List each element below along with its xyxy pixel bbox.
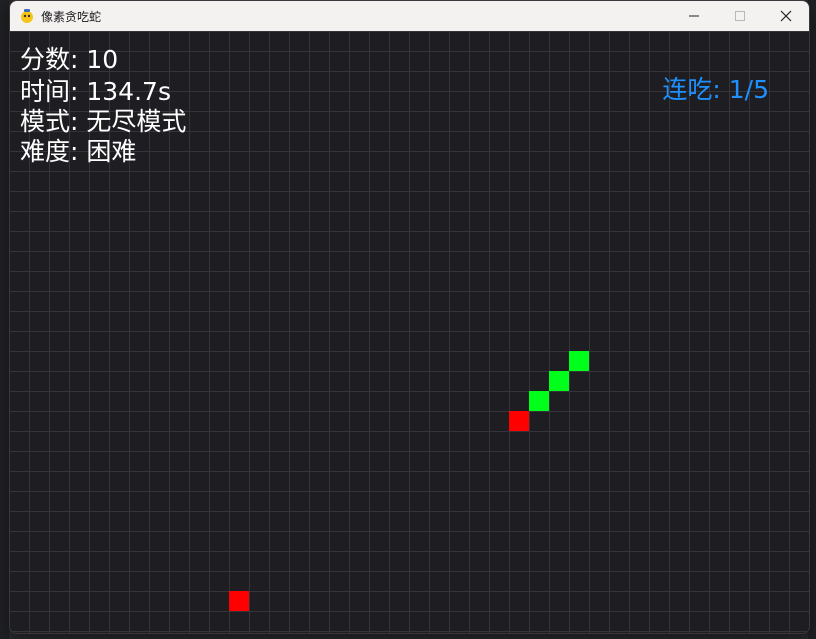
window-controls xyxy=(671,1,809,31)
snake-segment xyxy=(569,351,589,371)
mode-label: 模式: 无尽模式 xyxy=(20,107,187,136)
snake-head xyxy=(509,411,529,431)
game-window: 像素贪吃蛇 分数: 10 时间: 134.7s 模式: 无尽模式 难度: 困难 … xyxy=(9,0,810,634)
score-label: 分数: 10 xyxy=(20,45,119,74)
background-editor-left xyxy=(0,0,9,639)
maximize-button[interactable] xyxy=(717,1,763,31)
time-label: 时间: 134.7s xyxy=(20,77,171,106)
close-icon xyxy=(780,10,792,22)
maximize-icon xyxy=(735,11,745,21)
game-board[interactable]: 分数: 10 时间: 134.7s 模式: 无尽模式 难度: 困难 连吃: 1/… xyxy=(10,31,809,633)
close-button[interactable] xyxy=(763,1,809,31)
minimize-icon xyxy=(689,15,699,17)
combo-counter: 连吃: 1/5 xyxy=(662,75,769,104)
food-item xyxy=(229,591,249,611)
minimize-button[interactable] xyxy=(671,1,717,31)
snake-segment xyxy=(529,391,549,411)
title-bar[interactable]: 像素贪吃蛇 xyxy=(10,1,809,31)
app-icon xyxy=(19,8,35,24)
window-title: 像素贪吃蛇 xyxy=(41,9,102,24)
snake-segment xyxy=(549,371,569,391)
difficulty-label: 难度: 困难 xyxy=(20,137,137,166)
